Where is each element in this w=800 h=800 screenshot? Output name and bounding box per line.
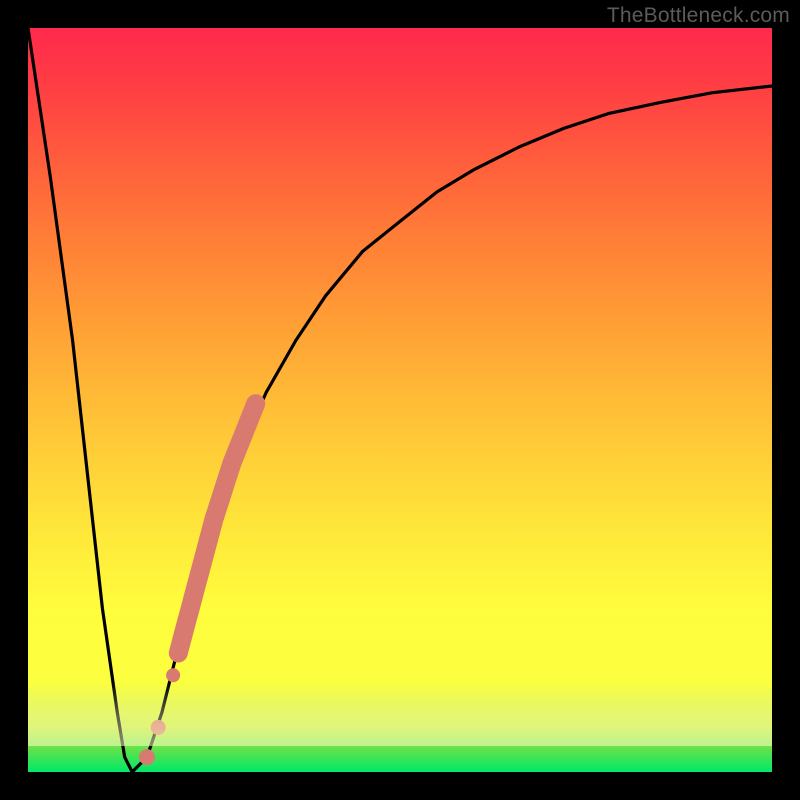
highlight-dot	[166, 668, 180, 682]
highlight-dots	[139, 404, 256, 765]
highlight-segment	[178, 404, 255, 653]
highlight-dot	[151, 720, 166, 735]
watermark-text: TheBottleneck.com	[607, 4, 790, 28]
bottleneck-curve	[28, 28, 772, 772]
curve-layer	[28, 28, 772, 772]
chart-frame: TheBottleneck.com	[0, 0, 800, 800]
highlight-dot	[139, 749, 155, 765]
plot-area	[28, 28, 772, 772]
